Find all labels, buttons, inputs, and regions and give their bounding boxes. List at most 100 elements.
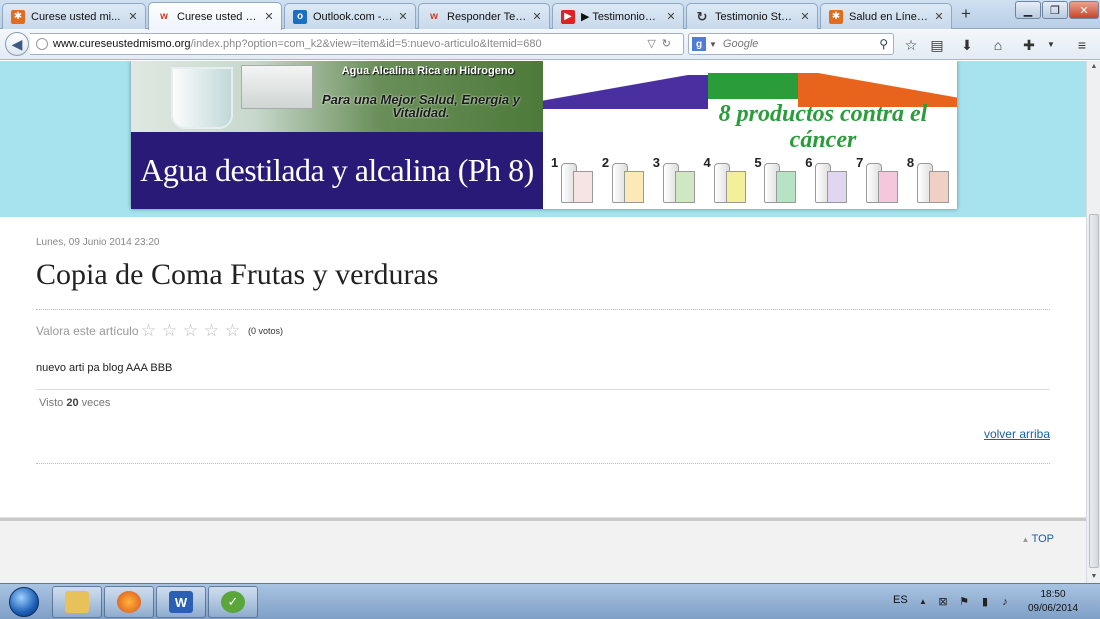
- page-footer: ▲ TOP: [0, 521, 1086, 583]
- banner-line1: Agua Alcalina Rica en Hidrogeno: [341, 65, 515, 77]
- rating-label: Valora este artículo: [36, 324, 139, 338]
- youtube-icon: ▶: [561, 9, 575, 24]
- tab-4[interactable]: ▶ ▶ Testimonios 2... ✕: [552, 3, 684, 29]
- close-icon[interactable]: ✕: [665, 10, 677, 23]
- glass-image: [171, 67, 233, 129]
- back-arrow-icon: ◀: [11, 35, 23, 52]
- download-icon[interactable]: ⬇: [958, 36, 976, 54]
- tab-label: Testimonio Ste...: [715, 10, 795, 23]
- utility-icon: ✓: [221, 591, 245, 613]
- tab-0[interactable]: ✱ Curese usted mi... ✕: [2, 3, 146, 29]
- firefox-icon: [117, 591, 141, 613]
- home-icon[interactable]: ⌂: [989, 36, 1007, 54]
- scroll-up-icon[interactable]: ▲: [1087, 61, 1100, 73]
- tab-5[interactable]: ↻ Testimonio Ste... ✕: [686, 3, 818, 29]
- joomla-icon: ✱: [829, 9, 843, 24]
- product-item: 5: [754, 155, 798, 203]
- star-icon[interactable]: ☆: [222, 322, 243, 340]
- language-indicator[interactable]: ES: [893, 594, 908, 606]
- tab-1[interactable]: w Curese usted mi... ✕: [148, 2, 282, 30]
- site-banner[interactable]: Agua Alcalina Rica en Hidrogeno Para una…: [131, 61, 957, 209]
- tab-2[interactable]: o Outlook.com - ... ✕: [284, 3, 416, 29]
- close-icon[interactable]: ✕: [263, 10, 275, 23]
- back-button[interactable]: ◀: [5, 32, 29, 56]
- outlook-icon: o: [293, 9, 307, 24]
- divider: [36, 463, 1050, 464]
- url-path: /index.php?option=com_k2&view=item&id=5:…: [190, 38, 542, 50]
- vertical-scrollbar[interactable]: ▲ ▼: [1086, 61, 1100, 583]
- google-icon: g: [692, 37, 706, 51]
- minimize-button[interactable]: ▁: [1015, 1, 1041, 19]
- network-error-icon[interactable]: ⊠: [936, 595, 950, 609]
- search-bar[interactable]: g ▼ Google ⚲: [688, 33, 894, 55]
- menu-icon[interactable]: ≡: [1073, 36, 1091, 54]
- banner-products-title: 8 productos contra el cáncer: [718, 101, 928, 153]
- product-item: 3: [653, 155, 697, 203]
- loading-icon: ↻: [696, 8, 708, 24]
- banner-products: 8 productos contra el cáncer 1 2 3 4 5 6…: [543, 61, 957, 209]
- star-icon[interactable]: ☆: [159, 322, 180, 340]
- scrollbar-thumb[interactable]: [1089, 214, 1099, 568]
- tab-6[interactable]: ✱ Salud en Línea - ... ✕: [820, 3, 952, 29]
- tab-bar: ✱ Curese usted mi... ✕ w Curese usted mi…: [0, 0, 1100, 30]
- joomla-icon: ✱: [11, 9, 25, 24]
- top-link[interactable]: ▲ TOP: [1021, 533, 1054, 545]
- taskbar-word[interactable]: W: [156, 586, 206, 618]
- close-icon[interactable]: ✕: [397, 10, 409, 23]
- product-item: 8: [907, 155, 951, 203]
- tab-label: Curese usted mi...: [177, 10, 259, 23]
- w-icon: w: [160, 11, 168, 22]
- clock-time: 18:50: [1040, 589, 1066, 600]
- addon-icon[interactable]: ✚: [1020, 36, 1038, 54]
- taskbar-firefox[interactable]: [104, 586, 154, 618]
- article-body: nuevo arti pa blog AAA BBB: [36, 362, 173, 374]
- divider: [36, 389, 1050, 390]
- url-host: www.cureseustedmismo.org: [53, 38, 191, 50]
- chevron-down-icon[interactable]: ▼: [1042, 36, 1060, 54]
- page-title: Copia de Coma Frutas y verduras: [36, 258, 439, 291]
- start-button[interactable]: [2, 585, 46, 619]
- taskbar-app[interactable]: ✓: [208, 586, 258, 618]
- globe-icon: [36, 38, 48, 50]
- close-icon[interactable]: ✕: [799, 10, 811, 23]
- back-to-top-link[interactable]: volver arriba: [984, 427, 1050, 441]
- reload-icon[interactable]: ▽↻: [647, 37, 677, 50]
- new-tab-button[interactable]: +: [956, 5, 976, 25]
- taskbar-explorer[interactable]: [52, 586, 102, 618]
- restore-button[interactable]: ❐: [1042, 1, 1068, 19]
- signal-icon[interactable]: ▮: [978, 595, 992, 609]
- tab-label: Responder Tema...: [447, 10, 527, 23]
- ribbon-blue: [543, 75, 708, 109]
- volume-icon[interactable]: ♪: [998, 595, 1012, 609]
- product-item: 1: [551, 155, 595, 203]
- action-center-icon[interactable]: ⚑: [957, 595, 971, 609]
- article-date: Lunes, 09 Junio 2014 23:20: [36, 237, 160, 248]
- close-icon[interactable]: ✕: [127, 10, 139, 23]
- url-bar[interactable]: www.cureseustedmismo.org/index.php?optio…: [30, 33, 684, 55]
- tab-3[interactable]: w Responder Tema... ✕: [418, 3, 550, 29]
- word-icon: W: [169, 591, 193, 613]
- w-icon: w: [430, 11, 438, 22]
- tab-label: ▶ Testimonios 2...: [581, 11, 661, 23]
- star-icon[interactable]: ☆: [180, 322, 201, 340]
- close-icon[interactable]: ✕: [933, 10, 945, 23]
- chevron-down-icon[interactable]: ▼: [709, 40, 717, 49]
- product-item: 6: [805, 155, 849, 203]
- close-icon[interactable]: ✕: [531, 10, 543, 23]
- star-icon[interactable]: ☆: [138, 322, 159, 340]
- search-icon[interactable]: ⚲: [879, 37, 888, 51]
- bookmarks-list-icon[interactable]: ▤: [928, 36, 946, 54]
- bookmark-star-icon[interactable]: ☆: [902, 36, 920, 54]
- window-close-button[interactable]: ✕: [1069, 1, 1099, 19]
- folder-icon: [65, 591, 89, 613]
- banner-line2: Para una Mejor Salud, Energia y Vitalida…: [322, 92, 520, 120]
- search-input[interactable]: Google: [723, 38, 758, 50]
- star-icon[interactable]: ☆: [201, 322, 222, 340]
- product-item: 2: [602, 155, 646, 203]
- star-rating[interactable]: ☆ ☆ ☆ ☆ ☆: [138, 322, 243, 340]
- windows-logo-icon: [9, 587, 39, 617]
- tab-label: Curese usted mi...: [31, 10, 121, 23]
- show-hidden-icons[interactable]: ▲: [916, 595, 930, 609]
- scroll-down-icon[interactable]: ▼: [1087, 571, 1100, 583]
- system-clock[interactable]: 18:50 09/06/2014: [1022, 588, 1084, 616]
